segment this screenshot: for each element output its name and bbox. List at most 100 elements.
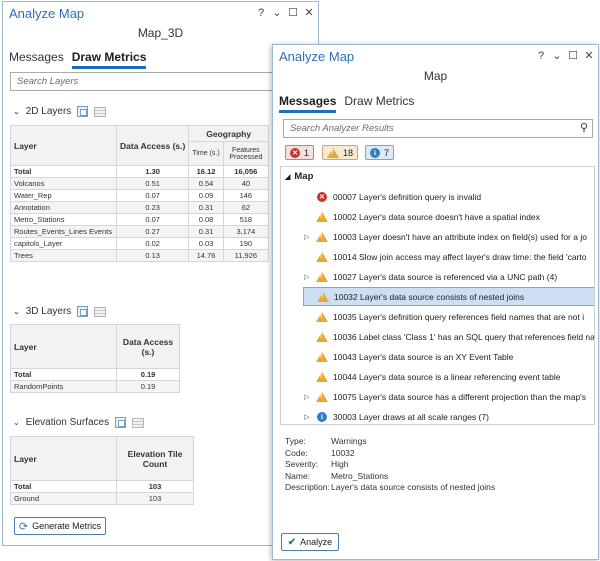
cell: 103 [116,492,194,505]
message-row[interactable]: ▷ i 30003 Layer draws at all scale ranges … [303,407,594,424]
search-results-input[interactable]: Search Analyzer Results ⚲ [283,119,593,138]
table-view-icon[interactable] [94,306,107,317]
search-layers-input[interactable]: Search Layers [10,72,313,91]
message-text: 30003 Layer draws at all scale ranges (7… [333,411,489,422]
cell: Total [10,368,117,381]
message-row[interactable]: 10032 Layer's data source consists of ne… [303,287,594,306]
cell: 0.02 [115,237,190,250]
tab-messages[interactable]: Messages [279,94,337,113]
warning-count: 18 [343,147,354,158]
table-row[interactable]: capitols_Layer 0.02 0.03 190 [10,237,270,250]
close-icon[interactable]: ✕ [304,6,314,20]
warning-icon [315,211,329,222]
section-2d-layers[interactable]: ⌄ 2D Layers [13,106,107,117]
table-row[interactable]: Routes_Events_Lines Events 0.27 0.31 3,174 [10,225,270,238]
copy-icon[interactable] [77,306,89,317]
chevron-down-icon[interactable]: ⌄ [13,307,20,316]
filter-errors-button[interactable]: ✕ 1 [285,145,315,160]
message-row[interactable]: ✕ 00007 Layer's definition query is inval… [303,187,594,206]
tab-messages[interactable]: Messages [9,50,64,69]
message-row[interactable]: ▷ 10075 Layer's data source has a differe… [303,387,594,406]
tab-draw-metrics[interactable]: Draw Metrics [344,94,414,113]
generate-metrics-button[interactable]: ⟳ Generate Metrics [14,517,106,535]
message-row[interactable]: ▷ 10003 Layer doesn't have an attribute i… [303,227,594,246]
message-row[interactable]: 10043 Layer's data source is an XY Event… [303,347,594,366]
detail-key: Severity: [285,459,319,470]
maximize-icon[interactable]: ☐ [288,6,298,20]
warning-icon [315,311,329,322]
options-chevron-icon[interactable]: ⌄ [552,49,562,63]
tree-root-map[interactable]: ◢ Map [285,171,313,182]
cell: 518 [222,213,270,226]
detail-key: Description: [285,482,330,493]
detail-value: High [331,459,349,470]
collapse-triangle-icon[interactable]: ◢ [285,173,290,181]
section-elevation-surfaces[interactable]: ⌄ Elevation Surfaces [13,417,145,428]
table-row[interactable]: Trees 0.13 14.76 11,926 [10,249,270,262]
table-row[interactable]: Metro_Stations 0.07 0.08 518 [10,213,270,226]
detail-row: Description: Layer's data source consists… [285,482,495,494]
message-row[interactable]: 10014 Slow join access may affect layer'… [303,247,594,266]
maximize-icon[interactable]: ☐ [568,49,578,63]
table-row[interactable]: Ground 103 [10,492,194,505]
col-layer: Layer [10,324,117,369]
warning-icon [327,147,339,158]
table-view-icon[interactable] [94,106,107,117]
filter-info-button[interactable]: i 7 [365,145,395,160]
info-count: 7 [384,147,390,158]
table-row[interactable]: RandomPoints 0.19 [10,380,180,393]
cell: 0.07 [115,189,190,202]
section-3d-layers[interactable]: ⌄ 3D Layers [13,306,107,317]
cell: Routes_Events_Lines Events [10,225,117,238]
cell: 0.27 [115,225,190,238]
cell: Total [10,480,117,493]
error-icon: ✕ [290,147,300,158]
table-row[interactable]: Volcanos 0.51 0.54 40 [10,177,270,190]
message-details: Type: Warnings Code: 10032 Severity: High N… [285,436,495,494]
copy-icon[interactable] [115,417,127,428]
analyzer-results-tree: ◢ Map ✕ 00007 Layer's definition query is… [280,166,595,425]
section-title: Elevation Surfaces [25,417,110,428]
pane-title: Analyze Map [279,49,355,64]
expand-triangle-icon[interactable]: ▷ [303,273,311,281]
warning-icon [315,251,329,262]
warning-icon [315,231,329,242]
cell: Metro_Stations [10,213,117,226]
warning-icon [316,291,330,302]
chevron-down-icon[interactable]: ⌄ [13,107,20,116]
copy-icon[interactable] [77,106,89,117]
detail-value: Layer's data source consists of nested j… [331,482,496,493]
message-row[interactable]: 10035 Layer's definition query reference… [303,307,594,326]
help-icon[interactable]: ? [536,49,546,63]
analyze-button[interactable]: ✔ Analyze [281,533,339,551]
cell: 0.19 [116,368,180,381]
cell: 0.13 [115,249,190,262]
table-2d-layers: Layer Data Access (s.) Geography Time (s… [10,125,270,262]
cell: RandomPoints [10,380,117,393]
table-row[interactable]: Annotation 0.23 0.31 62 [10,201,270,214]
search-icon[interactable]: ⚲ [580,121,588,134]
table-row[interactable]: Water_Rep 0.07 0.09 146 [10,189,270,202]
button-label: Generate Metrics [32,521,102,531]
refresh-icon: ⟳ [18,520,29,533]
cell: 0.09 [188,189,224,202]
help-icon[interactable]: ? [256,6,266,20]
table-3d-layers: Layer Data Access (s.) Total 0.19 Random… [10,324,180,393]
message-row[interactable]: 10044 Layer's data source is a linear re… [303,367,594,386]
table-view-icon[interactable] [132,417,145,428]
filter-warnings-button[interactable]: 18 [322,145,359,160]
message-row[interactable]: ▷ 10027 Layer's data source is referenced… [303,267,594,286]
chevron-down-icon[interactable]: ⌄ [13,418,20,427]
title-bar: Analyze Map ? ⌄ ☐ ✕ [3,2,318,26]
tree-root-label: Map [294,171,314,182]
table-row-total: Total 103 [10,480,194,493]
options-chevron-icon[interactable]: ⌄ [272,6,282,20]
tab-draw-metrics[interactable]: Draw Metrics [71,50,147,69]
col-time: Time (s.) [188,141,224,166]
message-row[interactable]: 10002 Layer's data source doesn't have a… [303,207,594,226]
expand-triangle-icon[interactable]: ▷ [303,393,311,401]
message-row[interactable]: 10036 Label class 'Class 1' has an SQL q… [303,327,594,346]
expand-triangle-icon[interactable]: ▷ [303,413,311,421]
close-icon[interactable]: ✕ [584,49,594,63]
expand-triangle-icon[interactable]: ▷ [303,233,311,241]
